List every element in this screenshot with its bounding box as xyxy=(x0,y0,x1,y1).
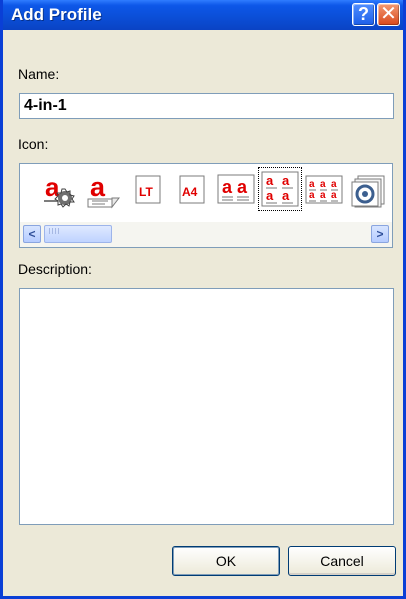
svg-text:a: a xyxy=(282,173,290,188)
svg-text:a: a xyxy=(320,190,326,201)
dialog-title: Add Profile xyxy=(11,5,102,24)
six-up-pages-icon[interactable]: a a a a a a xyxy=(304,169,344,209)
icon-strip: a a LT A4 a a a a a a a a a a a a xyxy=(20,164,392,221)
add-profile-dialog: Add Profile ? ✕ Name: Icon: a a xyxy=(0,0,406,599)
ok-button[interactable]: OK xyxy=(172,546,280,576)
stacked-pages-icon[interactable] xyxy=(348,169,388,209)
svg-text:a: a xyxy=(309,190,315,201)
svg-text:a: a xyxy=(320,179,326,190)
name-input[interactable] xyxy=(19,93,394,119)
letter-a-gear-icon[interactable]: a xyxy=(40,169,80,209)
two-up-pages-icon[interactable]: a a xyxy=(216,169,256,209)
svg-text:a: a xyxy=(331,190,337,201)
four-up-pages-icon[interactable]: a a a a xyxy=(258,167,302,211)
name-label: Name: xyxy=(18,66,60,82)
icon-picker[interactable]: a a LT A4 a a a a a a a a a a a a < > xyxy=(19,163,393,248)
close-button[interactable]: ✕ xyxy=(377,3,400,26)
scroll-left-button[interactable]: < xyxy=(23,225,41,243)
svg-text:a: a xyxy=(222,177,233,197)
svg-text:a: a xyxy=(266,173,274,188)
letter-a-document-icon[interactable]: a xyxy=(84,169,124,209)
a4-paper-icon[interactable]: A4 xyxy=(172,169,212,209)
icon-horizontal-scrollbar[interactable]: < > xyxy=(20,221,392,247)
svg-text:a: a xyxy=(237,177,248,197)
description-textarea[interactable] xyxy=(19,288,394,525)
svg-text:a: a xyxy=(266,188,274,203)
help-button[interactable]: ? xyxy=(352,3,375,26)
icon-letter: a xyxy=(45,172,60,202)
title-bar[interactable]: Add Profile ? ✕ xyxy=(3,0,403,30)
scroll-thumb-grip-icon xyxy=(49,228,59,234)
icon-text: LT xyxy=(139,185,153,199)
svg-text:a: a xyxy=(282,188,290,203)
scroll-right-button[interactable]: > xyxy=(371,225,389,243)
icon-text: A4 xyxy=(182,185,198,199)
icon-label: Icon: xyxy=(18,136,49,152)
icon-letter: a xyxy=(90,172,106,202)
svg-text:a: a xyxy=(309,179,315,190)
cancel-button[interactable]: Cancel xyxy=(288,546,396,576)
svg-text:a: a xyxy=(331,179,337,190)
description-label: Description: xyxy=(18,261,92,277)
lt-paper-icon[interactable]: LT xyxy=(128,169,168,209)
